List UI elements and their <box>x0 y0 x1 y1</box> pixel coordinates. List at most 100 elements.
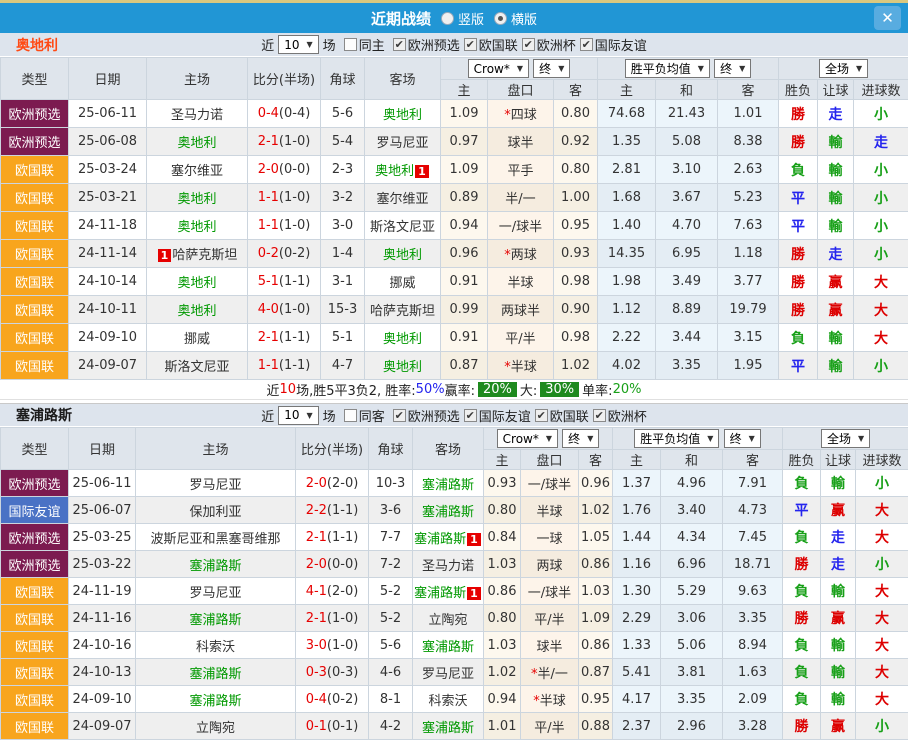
mean-home-cell: 1.35 <box>598 128 656 156</box>
mean-select[interactable]: 胜平负均值▼ <box>625 59 710 78</box>
col-header-type: 类型 <box>1 428 69 470</box>
corner-cell: 3-0 <box>321 212 365 240</box>
team-name: 奥地利 <box>383 248 422 263</box>
mean-away-cell: 1.95 <box>718 352 779 380</box>
league-filter-checkbox[interactable]: ✔欧洲预选 <box>393 406 460 425</box>
league-filter-checkbox[interactable]: ✔欧国联 <box>535 406 589 425</box>
match-count-select[interactable]: 10 ▼ <box>278 35 318 54</box>
mean-select[interactable]: 胜平负均值▼ <box>634 429 719 448</box>
mark-cell: 大 <box>854 268 908 296</box>
odds-time-value: 终 <box>539 60 551 77</box>
league-filter-checkbox[interactable]: ✔欧洲杯 <box>522 35 576 54</box>
chevron-down-icon: ▼ <box>749 434 755 443</box>
score-cell: 2-2(1-1) <box>296 497 369 524</box>
layout-radio-horizontal[interactable]: 横版 <box>494 9 537 28</box>
score-cell: 1-1(1-0) <box>248 184 321 212</box>
chevron-down-icon: ▼ <box>858 434 864 443</box>
mean-home-cell: 1.37 <box>613 470 661 497</box>
mark-cell: 大 <box>856 578 908 605</box>
mark-cell: 負 <box>783 632 821 659</box>
section-header: 塞浦路斯 近 10 ▼ 场 同客 ✔欧洲预选✔国际友谊✔欧国联✔欧洲杯 <box>0 403 908 427</box>
score-cell: 2-0(2-0) <box>296 470 369 497</box>
near-label: 近 <box>261 406 274 425</box>
team-name: 奥地利 <box>383 108 422 123</box>
handicap-cell: 球半 <box>488 128 554 156</box>
match-count-select[interactable]: 10 ▼ <box>278 406 318 425</box>
mark-cell: 小 <box>854 184 908 212</box>
bookmaker-value: Crow* <box>474 62 510 76</box>
date-cell: 24-10-13 <box>69 659 136 686</box>
handicap-cell: 两球半 <box>488 296 554 324</box>
mean-time-select[interactable]: 终▼ <box>714 59 751 78</box>
mean-away-cell: 19.79 <box>718 296 779 324</box>
handicap-cell: 两球 <box>521 551 579 578</box>
mark-cell: 輸 <box>821 632 856 659</box>
mark-cell: 走 <box>818 100 854 128</box>
layout-radio-vertical[interactable]: 竖版 <box>441 9 484 28</box>
mean-time-select[interactable]: 终▼ <box>724 429 761 448</box>
league-filter-checkbox[interactable]: ✔欧国联 <box>464 35 518 54</box>
summary-text: 单率: <box>582 380 612 399</box>
red-card-badge: 1 <box>158 249 172 262</box>
mark-cell: 赢 <box>821 497 856 524</box>
date-cell: 24-09-10 <box>69 686 136 713</box>
team-name: 塞浦路斯 <box>422 505 474 520</box>
mark-cell: 大 <box>856 497 908 524</box>
competition-type-cell: 欧国联 <box>1 240 69 268</box>
team-name: 塞浦路斯 <box>189 694 241 709</box>
same-venue-checkbox[interactable]: 同主 <box>344 35 385 54</box>
away-team-cell: 罗马尼亚 <box>365 128 441 156</box>
bookmaker-select[interactable]: Crow*▼ <box>497 429 558 448</box>
checkbox-checked-icon: ✔ <box>464 38 477 51</box>
away-team-cell: 奥地利 <box>365 352 441 380</box>
score-cell: 1-1(1-0) <box>248 212 321 240</box>
league-filter-label: 国际友谊 <box>479 406 531 425</box>
handicap-cell: 球半 <box>521 632 579 659</box>
team-name: 塞浦路斯 <box>422 640 474 655</box>
team-name: 保加利亚 <box>189 505 241 520</box>
league-filter-checkbox[interactable]: ✔欧洲预选 <box>393 35 460 54</box>
odds-group-header: Crow*▼ 终▼ <box>484 428 613 450</box>
bookmaker-select[interactable]: Crow*▼ <box>468 59 529 78</box>
mean-time-value: 终 <box>720 60 732 77</box>
col-header-corner: 角球 <box>321 58 365 100</box>
chevron-down-icon: ▼ <box>307 40 313 49</box>
col-header-odds-home: 主 <box>441 80 488 100</box>
date-cell: 25-03-24 <box>69 156 147 184</box>
home-odds-cell: 0.96 <box>441 240 488 268</box>
team-name: 立陶宛 <box>196 721 235 736</box>
corner-cell: 5-6 <box>321 100 365 128</box>
team-name: 科索沃 <box>428 694 467 709</box>
summary-text: 大: <box>520 380 537 399</box>
summary-text: 赢率: <box>445 380 475 399</box>
handicap-cell: 平/半 <box>521 713 579 740</box>
odds-time-select[interactable]: 终▼ <box>562 429 599 448</box>
mark-cell: 平 <box>783 497 821 524</box>
team-name: 立陶宛 <box>428 613 467 628</box>
close-button[interactable]: ✕ <box>874 6 901 30</box>
summary-row: 近10场,胜5平3负2, 胜率:50% 赢率:20% 大:30% 单率:20% <box>0 380 908 400</box>
mark-cell: 大 <box>854 296 908 324</box>
scope-select[interactable]: 全场▼ <box>821 429 870 448</box>
scope-select[interactable]: 全场▼ <box>819 59 868 78</box>
radio-selected-icon <box>494 12 507 25</box>
red-card-badge: 1 <box>467 587 481 600</box>
summary-text: 50% <box>416 382 445 397</box>
league-filter-checkbox[interactable]: ✔国际友谊 <box>580 35 647 54</box>
home-team-cell: 保加利亚 <box>136 497 296 524</box>
league-filter-checkbox[interactable]: ✔欧洲杯 <box>593 406 647 425</box>
away-team-cell: 罗马尼亚 <box>413 659 484 686</box>
mark-cell: 輸 <box>818 128 854 156</box>
checkbox-checked-icon: ✔ <box>580 38 593 51</box>
team-name: 圣马力诺 <box>171 108 223 123</box>
odds-time-select[interactable]: 终▼ <box>533 59 570 78</box>
chevron-down-icon: ▼ <box>558 64 564 73</box>
competition-type-cell: 国际友谊 <box>1 497 69 524</box>
red-card-badge: 1 <box>467 533 481 546</box>
mean-draw-cell: 3.81 <box>661 659 723 686</box>
match-row: 欧洲预选25-06-11圣马力诺0-4(0-4)5-6奥地利1.09*四球0.8… <box>1 100 908 128</box>
league-filter-checkbox[interactable]: ✔国际友谊 <box>464 406 531 425</box>
chevron-down-icon: ▼ <box>698 64 704 73</box>
same-venue-checkbox[interactable]: 同客 <box>344 406 385 425</box>
mean-home-cell: 1.40 <box>598 212 656 240</box>
